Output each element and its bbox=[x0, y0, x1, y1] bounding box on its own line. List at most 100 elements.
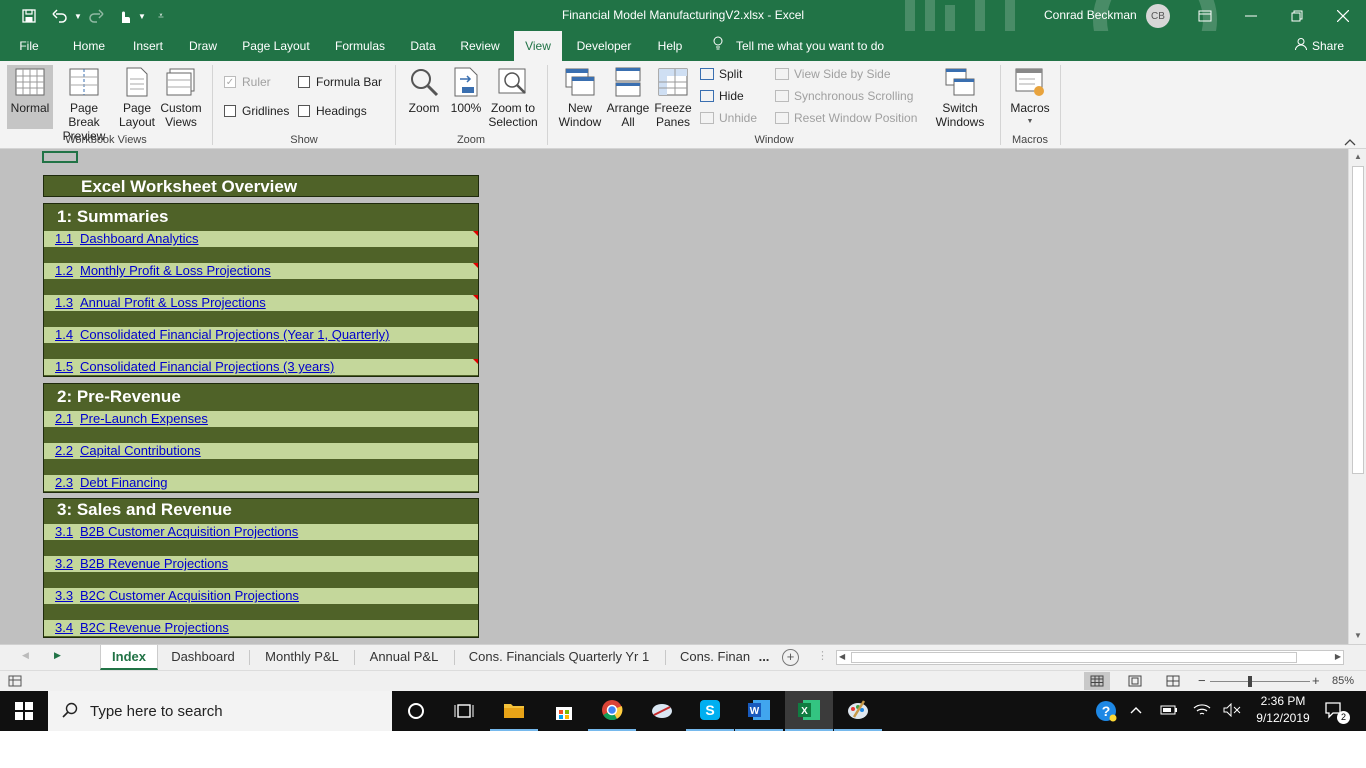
minimize-icon[interactable] bbox=[1228, 0, 1274, 31]
scrollbar-thumb[interactable] bbox=[851, 652, 1297, 663]
item-number[interactable]: 3.1 bbox=[55, 524, 80, 540]
excel-icon[interactable]: X bbox=[785, 691, 833, 731]
split-button[interactable]: Split bbox=[700, 67, 742, 81]
item-number[interactable]: 2.2 bbox=[55, 443, 80, 459]
page-layout-view-button[interactable]: Page Layout bbox=[116, 65, 158, 131]
scroll-left-icon[interactable]: ◀ bbox=[839, 652, 845, 661]
item-number[interactable]: 1.1 bbox=[55, 231, 80, 247]
list-item[interactable]: 2.2 Capital Contributions bbox=[44, 443, 478, 459]
sheet-tab-cons-finan[interactable]: Cons. Finan bbox=[672, 645, 758, 670]
item-link[interactable]: B2C Customer Acquisition Projections bbox=[80, 588, 299, 603]
zoom-100-button[interactable]: 100% bbox=[447, 65, 485, 121]
scrollbar-thumb[interactable] bbox=[1352, 166, 1364, 474]
item-link[interactable]: Debt Financing bbox=[80, 475, 167, 490]
avatar[interactable]: CB bbox=[1146, 4, 1170, 28]
touch-mode-icon[interactable] bbox=[114, 6, 134, 26]
page-break-preview-button[interactable]: Page Break Preview bbox=[54, 65, 114, 143]
tab-help[interactable]: Help bbox=[650, 31, 690, 61]
zoom-to-selection-button[interactable]: Zoom to Selection bbox=[486, 65, 540, 131]
item-number[interactable]: 3.4 bbox=[55, 620, 80, 636]
battery-icon[interactable] bbox=[1160, 704, 1178, 719]
unhide-button[interactable]: Unhide bbox=[700, 111, 757, 125]
item-number[interactable]: 1.5 bbox=[55, 359, 80, 375]
new-sheet-icon[interactable]: + bbox=[782, 649, 799, 666]
chrome-icon[interactable] bbox=[588, 691, 636, 731]
customize-qat-icon[interactable]: ⩡ bbox=[151, 6, 171, 26]
list-item[interactable]: 1.1 Dashboard Analytics bbox=[44, 231, 478, 247]
selected-cell[interactable] bbox=[42, 151, 78, 163]
item-link[interactable]: Capital Contributions bbox=[80, 443, 201, 458]
scroll-down-icon[interactable]: ▼ bbox=[1349, 628, 1366, 644]
zoom-slider[interactable] bbox=[1210, 676, 1310, 687]
store-icon[interactable] bbox=[540, 691, 588, 731]
custom-views-button[interactable]: Custom Views bbox=[158, 65, 204, 131]
item-number[interactable]: 2.3 bbox=[55, 475, 80, 491]
tab-data[interactable]: Data bbox=[404, 31, 442, 61]
touch-dropdown-icon[interactable]: ▼ bbox=[132, 6, 152, 26]
item-link[interactable]: Monthly Profit & Loss Projections bbox=[80, 263, 271, 278]
list-item[interactable]: 1.5 Consolidated Financial Projections (3… bbox=[44, 359, 478, 375]
tell-me-search[interactable]: Tell me what you want to do bbox=[712, 31, 884, 61]
close-icon[interactable] bbox=[1320, 0, 1366, 31]
tab-formulas[interactable]: Formulas bbox=[330, 31, 390, 61]
tab-page-layout[interactable]: Page Layout bbox=[238, 31, 314, 61]
scroll-tabs-left-icon[interactable]: ◀ bbox=[22, 650, 29, 661]
tab-developer[interactable]: Developer bbox=[572, 31, 636, 61]
sheet-tab-dashboard[interactable]: Dashboard bbox=[160, 645, 246, 670]
snipping-tool-icon[interactable] bbox=[638, 691, 686, 731]
sheet-tab-cons-financials-quarterly[interactable]: Cons. Financials Quarterly Yr 1 bbox=[458, 645, 660, 670]
sheet-tab-index[interactable]: Index bbox=[100, 645, 158, 670]
item-number[interactable]: 2.1 bbox=[55, 411, 80, 427]
zoom-in-icon[interactable]: + bbox=[1312, 673, 1320, 688]
share-button[interactable]: Share bbox=[1294, 31, 1344, 61]
cortana-icon[interactable] bbox=[392, 691, 440, 731]
item-number[interactable]: 1.2 bbox=[55, 263, 80, 279]
list-item[interactable]: 1.3 Annual Profit & Loss Projections bbox=[44, 295, 478, 311]
sheet-tab-monthly-pl[interactable]: Monthly P&L bbox=[252, 645, 352, 670]
ruler-checkbox[interactable]: ✓ Ruler bbox=[224, 75, 271, 89]
item-link[interactable]: Consolidated Financial Projections (3 ye… bbox=[80, 359, 334, 374]
paint-icon[interactable] bbox=[834, 691, 882, 731]
item-link[interactable]: Pre-Launch Expenses bbox=[80, 411, 208, 426]
item-link[interactable]: B2C Revenue Projections bbox=[80, 620, 229, 635]
split-handle-icon[interactable]: ⋮ bbox=[817, 649, 828, 662]
ribbon-display-options-icon[interactable] bbox=[1182, 0, 1228, 31]
tab-insert[interactable]: Insert bbox=[126, 31, 170, 61]
item-link[interactable]: Dashboard Analytics bbox=[80, 231, 199, 246]
user-name[interactable]: Conrad Beckman bbox=[1044, 8, 1137, 22]
item-number[interactable]: 3.2 bbox=[55, 556, 80, 572]
save-icon[interactable] bbox=[19, 6, 39, 26]
item-number[interactable]: 1.3 bbox=[55, 295, 80, 311]
task-view-icon[interactable] bbox=[440, 691, 488, 731]
list-item[interactable]: 2.3 Debt Financing bbox=[44, 475, 478, 491]
list-item[interactable]: 1.4 Consolidated Financial Projections (Y… bbox=[44, 327, 478, 343]
zoom-out-icon[interactable]: − bbox=[1198, 673, 1206, 688]
taskbar-clock[interactable]: 2:36 PM 9/12/2019 bbox=[1252, 693, 1314, 727]
volume-muted-icon[interactable] bbox=[1223, 702, 1241, 720]
page-layout-status-icon[interactable] bbox=[1122, 672, 1148, 690]
zoom-level[interactable]: 85% bbox=[1332, 675, 1354, 687]
item-link[interactable]: B2B Revenue Projections bbox=[80, 556, 228, 571]
list-item[interactable]: 1.2 Monthly Profit & Loss Projections bbox=[44, 263, 478, 279]
help-icon[interactable]: ? bbox=[1095, 700, 1117, 725]
list-item[interactable]: 3.1 B2B Customer Acquisition Projections bbox=[44, 524, 478, 540]
hide-button[interactable]: Hide bbox=[700, 89, 744, 103]
tab-draw[interactable]: Draw bbox=[183, 31, 223, 61]
arrange-all-button[interactable]: Arrange All bbox=[605, 65, 651, 131]
action-center-icon[interactable]: 2 bbox=[1324, 700, 1350, 724]
sheet-tab-annual-pl[interactable]: Annual P&L bbox=[356, 645, 452, 670]
formula-bar-checkbox[interactable]: Formula Bar bbox=[298, 75, 382, 89]
tab-view[interactable]: View bbox=[514, 31, 562, 61]
normal-view-status-icon[interactable] bbox=[1084, 672, 1110, 690]
scroll-up-icon[interactable]: ▲ bbox=[1349, 149, 1366, 165]
skype-icon[interactable]: S bbox=[686, 691, 734, 731]
collapse-ribbon-icon[interactable] bbox=[1344, 135, 1358, 146]
scroll-tabs-right-icon[interactable]: ▶ bbox=[54, 650, 61, 661]
more-tabs-button[interactable]: ... bbox=[756, 645, 772, 670]
normal-view-button[interactable]: Normal bbox=[7, 65, 53, 129]
undo-icon[interactable] bbox=[50, 6, 70, 26]
headings-checkbox[interactable]: Headings bbox=[298, 104, 367, 118]
item-link[interactable]: Consolidated Financial Projections (Year… bbox=[80, 327, 390, 342]
worksheet-area[interactable]: Excel Worksheet Overview 1: Summaries 1.… bbox=[0, 149, 1348, 644]
start-button[interactable] bbox=[0, 691, 48, 731]
